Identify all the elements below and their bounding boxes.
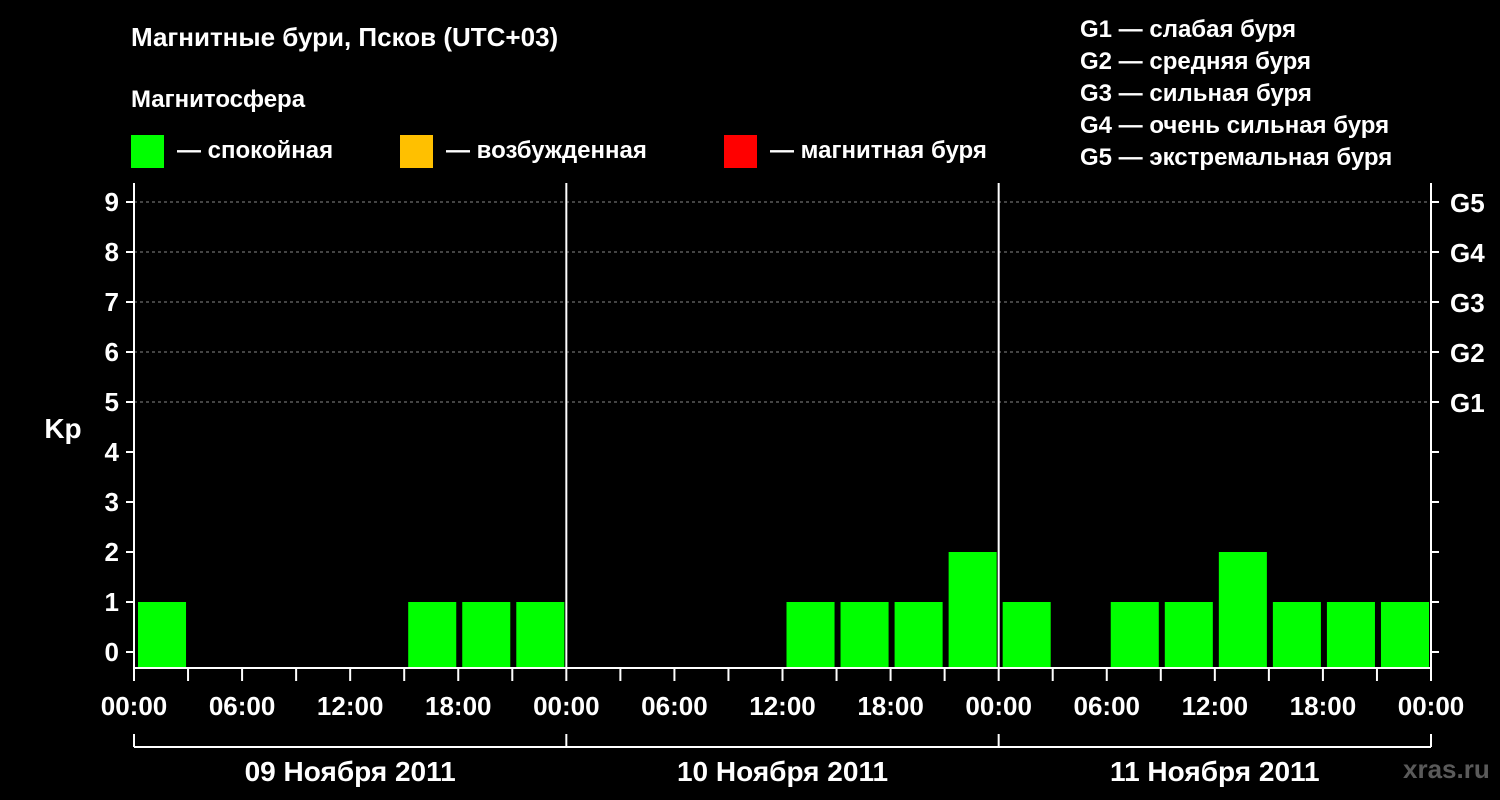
kp-bar-7 (516, 602, 565, 667)
legend-swatch-calm (131, 134, 164, 168)
g-scale-legend: G1 — слабая буря G2 — средняя буря G3 — … (1080, 14, 1392, 174)
chart-title: Магнитные бури, Псков (UTC+03) (131, 22, 559, 52)
kp-bar-5 (408, 602, 457, 667)
g-level-label: G5 (1450, 188, 1485, 218)
g-level-label: G1 (1450, 388, 1485, 418)
legend-label-excited: — возбужденная (446, 137, 647, 164)
x-tick-label: 18:00 (425, 691, 492, 721)
y-tick-label: 9 (105, 187, 119, 217)
legend-label-calm: — спокойная (177, 137, 334, 164)
kp-bar-6 (462, 602, 511, 667)
y-tick-label: 7 (105, 287, 119, 317)
kp-bar-14 (894, 602, 943, 667)
x-tick-label: 00:00 (965, 691, 1032, 721)
y-tick-label: 4 (105, 437, 120, 467)
x-tick-label: 12:00 (317, 691, 384, 721)
g-scale-g1: G1 — слабая буря (1080, 16, 1297, 43)
x-tick-label: 12:00 (1182, 691, 1249, 721)
x-tick-label: 12:00 (749, 691, 816, 721)
x-tick-label: 06:00 (641, 691, 708, 721)
kp-bar-15 (948, 552, 997, 667)
x-tick-label: 00:00 (533, 691, 600, 721)
y-tick-label: 8 (105, 237, 119, 267)
g-level-label: G4 (1450, 238, 1485, 268)
x-tick-label: 00:00 (1398, 691, 1465, 721)
watermark: xras.ru (1403, 754, 1490, 784)
legend-label-storm: — магнитная буря (770, 137, 987, 164)
legend-item-storm: — магнитная буря (724, 134, 987, 168)
g-scale-g4: G4 — очень сильная буря (1080, 112, 1390, 139)
kp-bar-16 (1002, 602, 1051, 667)
g-level-label: G3 (1450, 288, 1485, 318)
kp-bar-18 (1110, 602, 1159, 667)
legend-item-calm: — спокойная (131, 134, 333, 168)
day-label: 09 Ноября 2011 (245, 756, 456, 787)
legend-swatch-excited (400, 134, 433, 168)
g-scale-g5: G5 — экстремальная буря (1080, 144, 1393, 171)
y-tick-label: 0 (105, 637, 119, 667)
g-scale-g3: G3 — сильная буря (1080, 80, 1312, 107)
x-tick-label: 18:00 (1290, 691, 1357, 721)
kp-bar-22 (1326, 602, 1375, 667)
legend-swatch-storm (724, 134, 757, 168)
x-tick-label: 06:00 (209, 691, 276, 721)
kp-bar-19 (1164, 602, 1213, 667)
y-tick-label: 6 (105, 337, 119, 367)
y-axis-title: Kp (44, 413, 81, 444)
g-scale-g2: G2 — средняя буря (1080, 48, 1311, 75)
kp-bar-12 (786, 602, 835, 667)
kp-bar-0 (138, 602, 187, 667)
kp-bar-21 (1272, 602, 1321, 667)
g-level-label: G2 (1450, 338, 1485, 368)
legend-item-excited: — возбужденная (400, 134, 647, 168)
day-label: 10 Ноября 2011 (677, 756, 888, 787)
x-tick-label: 06:00 (1074, 691, 1141, 721)
day-label: 11 Ноября 2011 (1110, 756, 1320, 787)
y-tick-label: 1 (105, 587, 119, 617)
kp-bar-13 (840, 602, 889, 667)
y-tick-label: 5 (105, 387, 119, 417)
x-tick-label: 18:00 (857, 691, 924, 721)
kp-bar-23 (1380, 602, 1429, 667)
x-tick-label: 00:00 (101, 691, 168, 721)
y-tick-label: 3 (105, 487, 119, 517)
kp-bar-20 (1218, 552, 1267, 667)
magnetosphere-label: Магнитосфера (131, 86, 306, 113)
y-tick-label: 2 (105, 537, 119, 567)
